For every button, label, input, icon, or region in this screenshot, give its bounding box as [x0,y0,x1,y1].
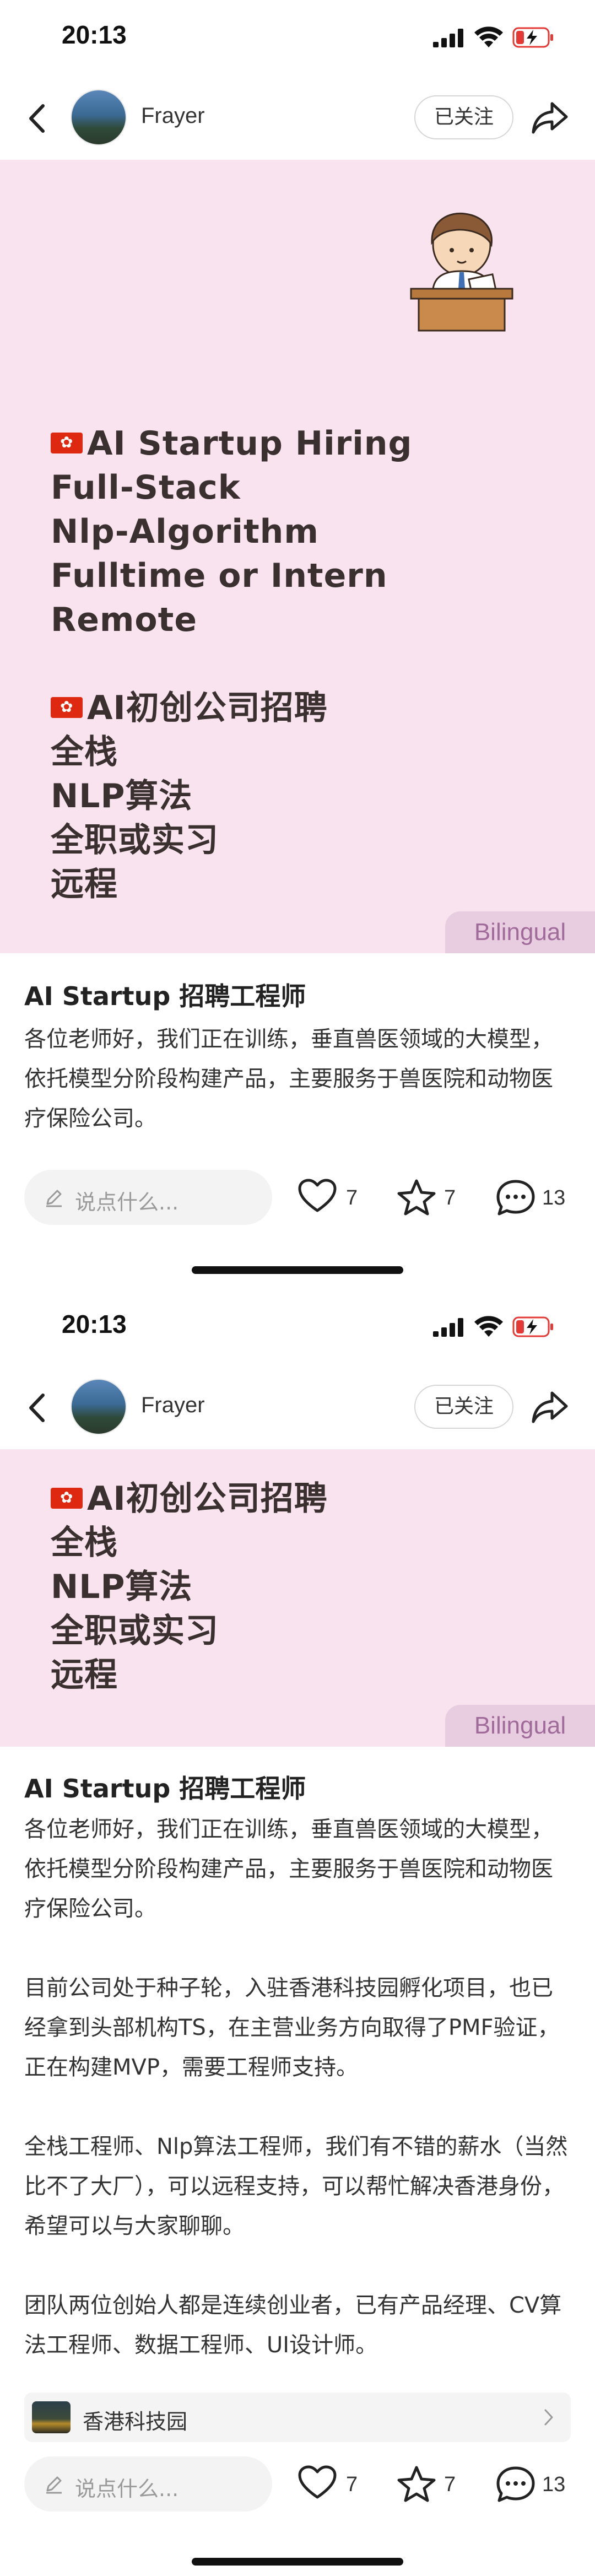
card-line: 全栈 [51,1524,118,1562]
battery-charging-icon [512,27,553,48]
pencil-icon [46,1190,62,1207]
avatar[interactable] [71,1379,127,1435]
home-indicator [192,1266,403,1274]
bilingual-tag: Bilingual [445,911,595,953]
post-paragraph: 目前公司处于种子轮，入驻香港科技园孵化项目，也已经拿到头部机构TS，在主营业务方… [24,1975,560,2080]
follow-button[interactable]: 已关注 [414,1385,513,1429]
pencil-icon [46,2476,62,2494]
status-time: 20:13 [62,20,127,49]
comment-input[interactable]: 说点什么... [24,1170,272,1225]
battery-charging-icon [512,1316,553,1337]
card-line: 全栈 [51,733,118,771]
comment-button[interactable]: 13 [496,2459,578,2508]
card-line: Fulltime or Intern [51,557,388,595]
back-arrow-icon[interactable] [22,1389,53,1427]
heart-icon [298,1179,337,1212]
bottom-action-bar: 说点什么... 7 7 13 [0,1160,595,1232]
speech-bubble-icon [496,1180,535,1216]
post-body: 各位老师好，我们正在训练，垂直兽医领域的大模型，依托模型分阶段构建产品，主要服务… [24,1810,571,2365]
bottom-action-bar: 说点什么... 7 7 13 [0,2447,595,2518]
card-line: AI Startup Hiring [51,422,412,466]
comment-placeholder: 说点什么... [75,2477,179,2501]
collect-count: 7 [444,1186,456,1209]
screenshot-1: 20:13 Frayer 已关注 ✿AI Startup Hiring Full… [0,0,595,1289]
bilingual-tag: Bilingual [445,1705,595,1747]
card-text-block: AI初创公司招聘 全栈 NLP算法 全职或实习 远程 [51,1477,328,1697]
hong-kong-flag-icon [51,697,83,719]
share-icon[interactable] [530,98,570,138]
follow-button[interactable]: 已关注 [414,95,513,139]
hong-kong-flag-icon [51,1488,83,1509]
collect-button[interactable]: 7 [397,2459,463,2508]
like-count: 7 [346,1186,358,1209]
card-line: 全职或实习 [51,821,219,860]
like-button[interactable]: 7 [298,1172,364,1222]
location-thumbnail [32,2401,71,2433]
post-paragraph: 各位老师好，我们正在训练，垂直兽医领域的大模型，依托模型分阶段构建产品，主要服务… [24,1027,553,1131]
card-line: Remote [51,601,198,639]
status-bar: 20:13 [0,1289,595,1367]
post-image-card[interactable]: AI Startup Hiring Full-Stack Nlp-Algorit… [0,160,595,953]
like-count: 7 [346,2473,358,2496]
hong-kong-flag-icon [51,433,83,454]
card-line: Nlp-Algorithm [51,512,319,551]
card-line: AI初创公司招聘 [51,686,412,730]
chevron-right-icon [544,2409,553,2426]
cellular-signal-icon [433,1318,463,1337]
author-name[interactable]: Frayer [141,104,205,128]
businessman-at-desk-illustration [410,212,513,332]
star-icon [397,1179,436,1216]
home-indicator [192,2558,403,2566]
post-body: 各位老师好，我们正在训练，垂直兽医领域的大模型，依托模型分阶段构建产品，主要服务… [24,1019,571,1138]
status-bar: 20:13 [0,0,595,77]
screenshot-2: 20:13 Frayer 已关注 AI初创 [0,1289,595,2576]
location-name: 香港科技园 [83,2410,188,2434]
author-name[interactable]: Frayer [141,1393,205,1418]
post-paragraph: 全栈工程师、Nlp算法工程师，我们有不错的薪水（当然比不了大厂），可以远程支持，… [24,2134,568,2239]
nav-bar: Frayer 已关注 [0,1367,595,1449]
card-line: NLP算法 [51,777,193,816]
wifi-icon [474,26,503,47]
speech-bubble-icon [496,2466,535,2502]
status-time: 20:13 [62,1310,127,1338]
star-icon [397,2466,436,2502]
card-text-block: AI Startup Hiring Full-Stack Nlp-Algorit… [51,422,412,906]
card-line: 全职或实习 [51,1612,219,1650]
post-title: AI Startup 招聘工程师 [24,981,306,1011]
card-line: 远程 [51,865,118,904]
collect-button[interactable]: 7 [397,1172,463,1222]
post-paragraph: 团队两位创始人都是连续创业者，已有产品经理、CV算法工程师、数据工程师、UI设计… [24,2293,562,2358]
back-arrow-icon[interactable] [22,99,53,138]
location-tag[interactable]: 香港科技园 [24,2393,571,2442]
avatar[interactable] [71,89,127,145]
heart-icon [298,2465,337,2499]
comment-button[interactable]: 13 [496,1172,578,1222]
nav-bar: Frayer 已关注 [0,77,595,160]
comment-count: 13 [542,2473,566,2496]
card-line: 远程 [51,1656,118,1694]
card-line: AI初创公司招聘 [51,1477,328,1521]
comment-input[interactable]: 说点什么... [24,2456,272,2512]
wifi-icon [474,1316,503,1337]
comment-placeholder: 说点什么... [75,1190,179,1214]
post-paragraph: 各位老师好，我们正在训练，垂直兽医领域的大模型，依托模型分阶段构建产品，主要服务… [24,1817,553,1921]
share-icon[interactable] [530,1387,570,1427]
post-image-card[interactable]: AI初创公司招聘 全栈 NLP算法 全职或实习 远程 Bilingual [0,1449,595,1747]
like-button[interactable]: 7 [298,2459,364,2508]
comment-count: 13 [542,1186,566,1209]
card-line: Full-Stack [51,468,241,507]
collect-count: 7 [444,2473,456,2496]
post-title: AI Startup 招聘工程师 [24,1774,306,1803]
cellular-signal-icon [433,29,463,47]
card-line: NLP算法 [51,1568,193,1606]
